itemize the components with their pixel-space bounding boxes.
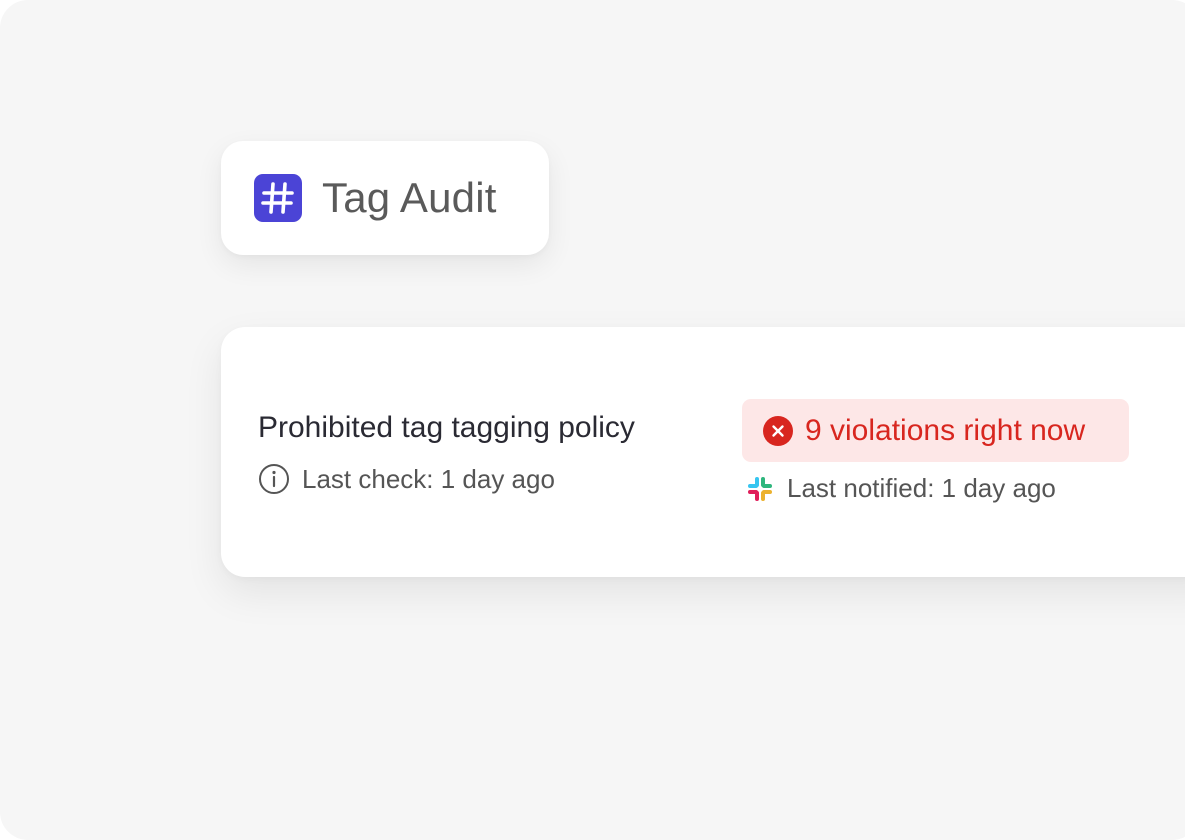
violations-badge[interactable]: 9 violations right now: [742, 399, 1129, 462]
tag-audit-title: Tag Audit: [322, 174, 497, 221]
violations-label: 9 violations right now: [805, 413, 1086, 447]
last-notified-row: Last notified: 1 day ago: [747, 473, 1056, 504]
slack-icon: [747, 476, 773, 502]
last-notified-text: Last notified: 1 day ago: [787, 473, 1056, 503]
hash-icon: [254, 174, 302, 222]
info-icon[interactable]: [258, 463, 290, 495]
last-check-row: Last check: 1 day ago: [258, 463, 555, 495]
last-check-text: Last check: 1 day ago: [302, 463, 555, 494]
tag-audit-card[interactable]: Tag Audit: [221, 141, 549, 255]
policy-name: Prohibited tag tagging policy: [258, 411, 635, 444]
policy-card[interactable]: Prohibited tag tagging policy Last check…: [221, 327, 1185, 577]
error-x-icon: [763, 415, 793, 446]
background-canvas: Tag Audit Prohibited tag tagging policy …: [0, 0, 1185, 840]
